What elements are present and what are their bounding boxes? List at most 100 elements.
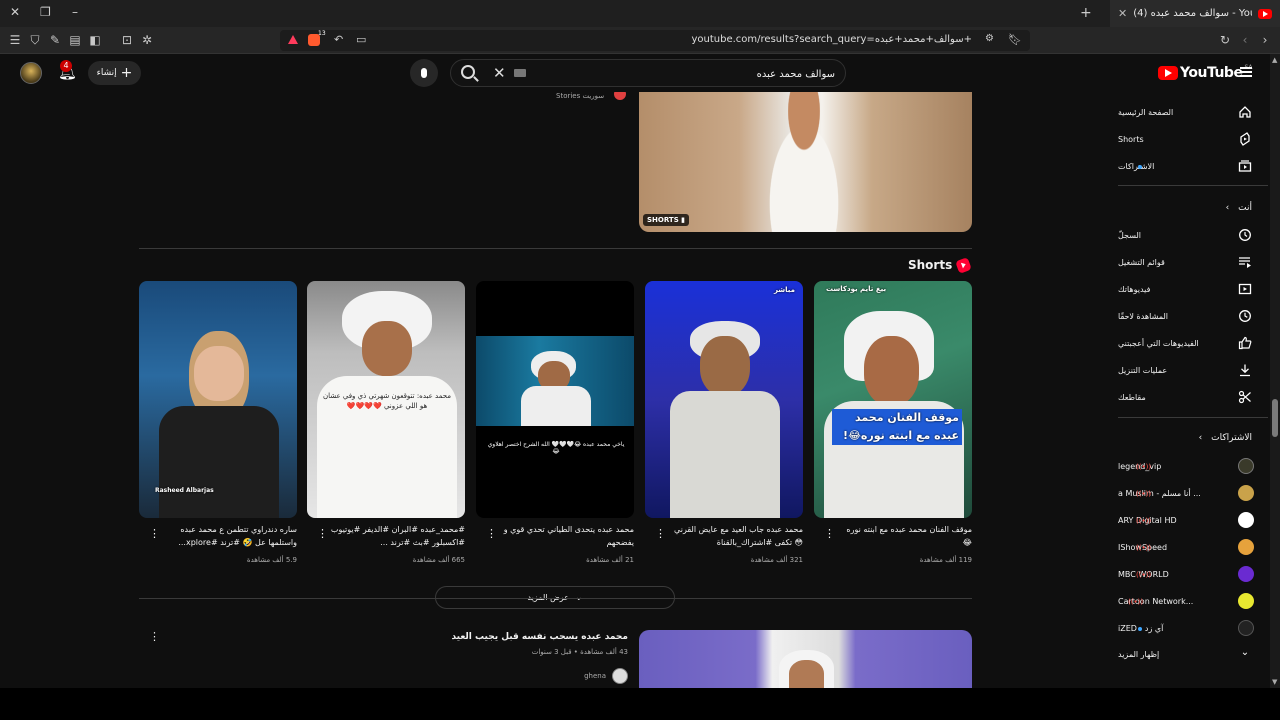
more-actions-icon[interactable]: ⋮ <box>486 527 497 540</box>
you-header-label: أنت <box>1238 203 1252 213</box>
address-bar[interactable]: 13 ↶ ▭ youtube.com/results?search_query=… <box>280 30 1030 51</box>
short-thumbnail[interactable]: ياخي محمد عبده 😂🤍🤍🤍 الله الشرح اختصر اهل… <box>476 281 634 518</box>
search-icon[interactable] <box>461 65 475 79</box>
more-actions-icon[interactable]: ⋮ <box>149 527 160 540</box>
video-title[interactable]: محمد عبده يسحب نفسه قبل يجيب العيد <box>451 632 628 642</box>
sidebar-toggle-icon[interactable]: ◧ <box>88 33 102 47</box>
short-caption[interactable]: محمد عبده يتحدى الطياني تحدي قوي و يفضحه… <box>498 523 634 549</box>
you-section-header[interactable]: أنت › <box>1226 203 1252 213</box>
short-views: 665 ألف مشاهدة <box>412 556 465 564</box>
short-card[interactable]: محمد عبده: تتوقعون شهرتي ذي وفي عشان هو … <box>307 281 465 564</box>
subscription-item[interactable]: ((•)) legend_vip <box>1118 453 1268 479</box>
subscription-item[interactable]: ((•)) MBC WORLD <box>1118 561 1268 587</box>
video-result[interactable]: ⋮ محمد عبده يسحب نفسه قبل يجيب العيد 43 … <box>139 630 972 688</box>
channel-avatar[interactable] <box>612 668 628 684</box>
short-caption[interactable]: موقف الفنان محمد عبده مع ابنته نوره 😂 <box>836 523 972 549</box>
subscription-name: a Muslim - أنا مسلم ... <box>1118 488 1201 498</box>
short-thumbnail[interactable]: Rasheed Albarjas <box>139 281 297 518</box>
subscription-item[interactable]: ((•)) IShowSpeed <box>1118 534 1268 560</box>
reload-icon[interactable]: ↶ <box>334 33 343 46</box>
short-card[interactable]: بيغ تايم بودكاست موقف الفنان محمد عبده م… <box>814 281 972 564</box>
search-input[interactable] <box>535 65 835 83</box>
puzzle-icon[interactable]: ✲ <box>140 33 154 47</box>
sidebar-item-subscriptions[interactable]: الاشتراكات <box>1118 153 1268 179</box>
subscription-item[interactable]: آي زد - iZED <box>1118 615 1268 641</box>
sidebar-item-your-videos[interactable]: فيديوهاتك <box>1118 276 1268 302</box>
clear-search-icon[interactable]: ✕ <box>493 64 506 82</box>
sidebar-item-playlists[interactable]: قوائم التشغيل <box>1118 249 1268 275</box>
chevron-right-icon: › <box>1198 433 1203 443</box>
cast-icon[interactable]: ▭ <box>356 33 366 46</box>
extensions-icon[interactable]: ✎ <box>48 33 62 47</box>
scroll-up-icon[interactable]: ▲ <box>1272 56 1277 64</box>
short-thumbnail[interactable]: محمد عبده: تتوقعون شهرتي ذي وفي عشان هو … <box>307 281 465 518</box>
subscription-item[interactable]: ((•)) Cartoon Network... <box>1118 588 1268 614</box>
scroll-down-icon[interactable]: ▼ <box>1272 678 1277 686</box>
keyboard-icon[interactable] <box>514 69 526 77</box>
sidebar-item-liked-videos[interactable]: الفيديوهات التي أعجبتني <box>1118 330 1268 356</box>
sidebar-item-downloads[interactable]: عمليات التنزيل <box>1118 357 1268 383</box>
live-indicator-icon: ((•)) <box>1128 598 1144 606</box>
channel-avatar <box>1238 485 1254 501</box>
guide-menu-icon[interactable] <box>1240 67 1252 77</box>
sidebar-item-home[interactable]: الصفحة الرئيسية <box>1118 99 1268 125</box>
sidebar-show-more[interactable]: إظهار المزيد ⌄ <box>1118 641 1268 667</box>
sidebar-item-label: عمليات التنزيل <box>1118 365 1168 375</box>
scrollbar-thumb[interactable] <box>1272 399 1278 437</box>
short-card[interactable]: ياخي محمد عبده 😂🤍🤍🤍 الله الشرح اختصر اهل… <box>476 281 634 564</box>
sidebar-divider <box>1118 417 1268 418</box>
your-videos-icon <box>1238 283 1252 295</box>
voice-search-button[interactable] <box>410 59 438 87</box>
subscription-item[interactable]: ((•)) a Muslim - أنا مسلم ... <box>1118 480 1268 506</box>
live-indicator-icon: ((•)) <box>1136 544 1152 552</box>
brave-rewards-icon[interactable] <box>288 35 298 44</box>
sidebar-item-history[interactable]: السجلّ <box>1118 222 1268 248</box>
short-card[interactable]: مباشر ⋮ محمد عبده جاب العيد مع عايض القر… <box>645 281 803 564</box>
short-caption[interactable]: ساره دندراوي تتطمن ع محمد عبده واستلمها … <box>161 523 297 549</box>
menu-icon[interactable]: ☰ <box>8 33 22 47</box>
short-thumbnail[interactable]: مباشر <box>645 281 803 518</box>
new-content-dot <box>1138 627 1142 631</box>
create-label: إنشاء <box>96 68 117 78</box>
channel-avatar <box>614 92 626 100</box>
video-thumbnail[interactable] <box>639 630 972 688</box>
screenshot-icon[interactable]: ⊡ <box>120 33 134 47</box>
new-tab-icon[interactable]: + <box>1080 5 1092 21</box>
sidebar-item-watch-later[interactable]: المشاهدة لاحقًا <box>1118 303 1268 329</box>
bookmark-icon[interactable]: 🔖︎ <box>1008 33 1022 46</box>
short-thumbnail[interactable]: بيغ تايم بودكاست موقف الفنان محمد عبده م… <box>814 281 972 518</box>
short-caption[interactable]: محمد عبده جاب العيد مع عايض القرني 😳 تكف… <box>667 523 803 549</box>
subscriptions-section-header[interactable]: الاشتراكات › <box>1199 433 1252 443</box>
tabs-icon[interactable]: ▤ <box>68 33 82 47</box>
subscription-item[interactable]: ((•)) ARY Digital HD <box>1118 507 1268 533</box>
more-actions-icon[interactable]: ⋮ <box>824 527 835 540</box>
site-settings-icon[interactable]: ⚙ <box>985 33 994 44</box>
back-icon[interactable]: › <box>1258 33 1272 47</box>
create-button[interactable]: إنشاء + <box>88 61 141 85</box>
minimize-window-icon[interactable]: – <box>72 5 78 19</box>
account-avatar[interactable] <box>20 62 42 84</box>
plus-icon: + <box>120 65 133 81</box>
sidebar-item-shorts[interactable]: Shorts <box>1118 126 1268 152</box>
sidebar-item-clips[interactable]: مقاطعك <box>1118 384 1268 410</box>
previous-result-thumbnail[interactable]: SHORTS ▮ <box>639 92 972 232</box>
previous-result-channel[interactable]: Stories سوريت <box>556 92 626 100</box>
more-actions-icon[interactable]: ⋮ <box>317 527 328 540</box>
shield-count: 13 <box>318 30 326 37</box>
channel-name[interactable]: ghena <box>584 672 606 680</box>
close-tab-icon[interactable]: ✕ <box>1118 7 1127 20</box>
close-window-icon[interactable]: ✕ <box>10 5 20 19</box>
youtube-logo[interactable]: YouTube SA <box>1158 64 1252 81</box>
more-actions-icon[interactable]: ⋮ <box>149 630 160 643</box>
restore-window-icon[interactable]: ❐ <box>40 5 51 19</box>
page-scrollbar[interactable]: ▲ ▼ <box>1270 54 1280 688</box>
more-actions-icon[interactable]: ⋮ <box>655 527 666 540</box>
short-caption[interactable]: #محمد_عبده #البران #الديفر #يوتيوب #اكسب… <box>329 523 465 549</box>
forward-icon[interactable]: ‹ <box>1238 33 1252 47</box>
shorts-shelf-title: Shorts <box>908 258 953 272</box>
short-overlay-text: موقف الفنان محمد عبده مع ابنته نوره😂! <box>832 409 962 445</box>
shield-icon[interactable]: ⛉ <box>28 33 42 47</box>
browser-tab-youtube[interactable]: + ✕ (4) سوالف محمد عبده - YouTube <box>1080 0 1280 27</box>
refresh-icon[interactable]: ↻ <box>1218 33 1232 47</box>
short-card[interactable]: Rasheed Albarjas ⋮ ساره دندراوي تتطمن ع … <box>139 281 297 564</box>
